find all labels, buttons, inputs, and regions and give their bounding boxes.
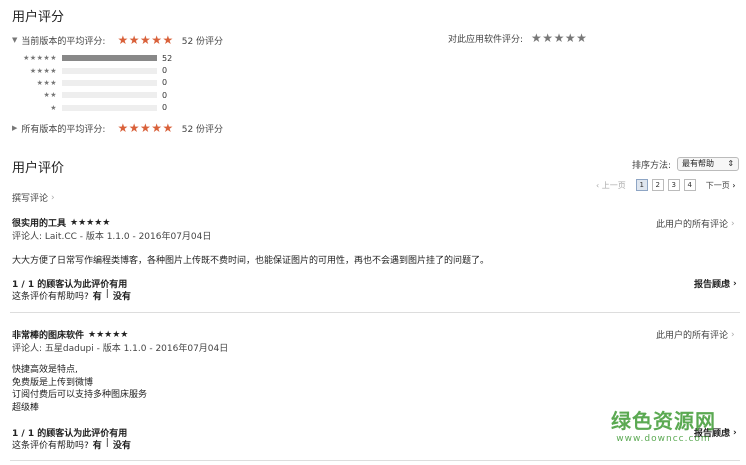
page-2-button[interactable]: 2: [651, 179, 664, 191]
watermark: 绿色资源网 www.downcc.com: [611, 405, 716, 444]
breakdown-bar: [62, 92, 157, 99]
rating-breakdown-row: ★★★ 0: [12, 77, 172, 89]
sort-label: 排序方法:: [632, 160, 672, 171]
helpful-prompt: 这条评价有帮助吗? 有 | 没有: [12, 289, 131, 302]
reviewer-line: 评论人: 五星dadupi - 版本 1.1.0 - 2016年07月04日: [12, 344, 229, 354]
review-title: 非常棒的图床软件: [12, 331, 85, 341]
current-version-count: 52 份评分: [181, 36, 224, 47]
rate-this-app-row: 对此应用软件评分: ★★★★★: [448, 31, 587, 45]
review-body: 大大方便了日常写作编程类博客，各种图片上传既不费时间，也能保证图片的可用性，再也…: [12, 256, 490, 266]
helpful-no-link[interactable]: 没有: [113, 438, 131, 451]
chevron-right-icon: ›: [731, 218, 735, 229]
breakdown-stars: ★★★★★: [23, 54, 57, 63]
breakdown-bar: [62, 79, 157, 86]
review-body: 快捷高效是特点, 免费版是上传到微博 订阅付费后可以支持多种图床服务 超级棒: [12, 365, 148, 413]
breakdown-count: 0: [162, 66, 168, 76]
breakdown-count: 0: [162, 90, 168, 100]
sort-control: 排序方法: 最有帮助 ⇕: [632, 157, 740, 171]
rate-app-stars[interactable]: ★★★★★: [531, 31, 587, 45]
breakdown-stars: ★★: [43, 91, 57, 100]
current-version-label: 当前版本的平均评分:: [21, 36, 106, 47]
page-4-button[interactable]: 4: [683, 179, 696, 191]
breakdown-stars: ★: [50, 103, 57, 112]
breakdown-count: 0: [162, 78, 168, 88]
all-reviews-by-user-link[interactable]: 此用户的所有评论 ›: [656, 328, 735, 342]
ratings-title: 用户评分: [12, 10, 65, 25]
chevron-right-icon: ›: [733, 278, 737, 289]
page-3-button[interactable]: 3: [667, 179, 680, 191]
pagination: ‹ 上一页 1 2 3 4 下一页 ›: [596, 179, 736, 191]
helpful-prompt: 这条评价有帮助吗? 有 | 没有: [12, 438, 131, 451]
all-versions-label: 所有版本的平均评分:: [21, 124, 106, 135]
watermark-title: 绿色资源网: [611, 409, 716, 433]
page-1-button[interactable]: 1: [635, 179, 648, 191]
rating-breakdown: ★★★★★ 52 ★★★★ 0 ★★★ 0 ★★ 0 ★ 0: [12, 52, 172, 114]
chevron-right-icon: ›: [731, 329, 735, 340]
breakdown-count: 0: [162, 103, 168, 113]
helpful-yes-link[interactable]: 有: [93, 438, 102, 451]
sort-select[interactable]: 最有帮助 ⇕: [677, 157, 740, 171]
rating-breakdown-row: ★★★★★ 52: [12, 52, 172, 64]
reviews-title: 用户评价: [12, 161, 65, 176]
review-stars: ★★★★★: [88, 329, 129, 340]
report-concern-link[interactable]: 报告顾虑 ›: [694, 277, 737, 291]
rate-app-label: 对此应用软件评分:: [448, 34, 524, 45]
review-divider: [10, 460, 740, 461]
all-versions-rating-row[interactable]: ▶ 所有版本的平均评分: ★★★★★ 52 份评分: [12, 121, 223, 135]
watermark-url: www.downcc.com: [616, 434, 711, 444]
breakdown-bar: [62, 67, 157, 74]
prev-page-link[interactable]: ‹ 上一页: [596, 180, 626, 191]
chevron-right-icon: ›: [51, 192, 55, 203]
breakdown-bar-fill: [62, 55, 157, 62]
breakdown-stars: ★★★: [36, 78, 57, 87]
updown-chevron-icon: ⇕: [727, 159, 735, 168]
all-versions-stars: ★★★★★: [117, 121, 174, 135]
breakdown-count: 52: [162, 53, 173, 63]
reviewer-line: 评论人: Lait.CC - 版本 1.1.0 - 2016年07月04日: [12, 232, 212, 242]
review-title-row: 很实用的工具 ★★★★★: [12, 216, 111, 230]
review-divider: [10, 312, 740, 313]
current-version-rating-row[interactable]: ▼ 当前版本的平均评分: ★★★★★ 52 份评分: [12, 33, 223, 47]
rating-breakdown-row: ★★★★ 0: [12, 64, 172, 76]
chevron-right-icon: ›: [733, 427, 737, 438]
review-stars: ★★★★★: [70, 217, 111, 228]
next-page-link[interactable]: 下一页 ›: [706, 180, 736, 191]
sort-value: 最有帮助: [682, 159, 715, 168]
all-versions-count: 52 份评分: [181, 124, 224, 135]
review-title-row: 非常棒的图床软件 ★★★★★: [12, 328, 129, 342]
all-reviews-by-user-link[interactable]: 此用户的所有评论 ›: [656, 217, 735, 231]
current-version-stars: ★★★★★: [117, 33, 174, 47]
disclosure-right-icon[interactable]: ▶: [12, 124, 17, 132]
rating-breakdown-row: ★★ 0: [12, 89, 172, 101]
helpful-yes-link[interactable]: 有: [93, 289, 102, 302]
review-title: 很实用的工具: [12, 219, 67, 229]
helpful-no-link[interactable]: 没有: [113, 289, 131, 302]
breakdown-bar: [62, 104, 157, 111]
write-review-link[interactable]: 撰写评论 ›: [12, 191, 55, 205]
rating-breakdown-row: ★ 0: [12, 102, 172, 114]
write-review-label: 撰写评论: [12, 194, 49, 204]
breakdown-bar: [62, 55, 157, 62]
breakdown-stars: ★★★★: [29, 66, 57, 75]
disclosure-down-icon[interactable]: ▼: [12, 36, 17, 44]
